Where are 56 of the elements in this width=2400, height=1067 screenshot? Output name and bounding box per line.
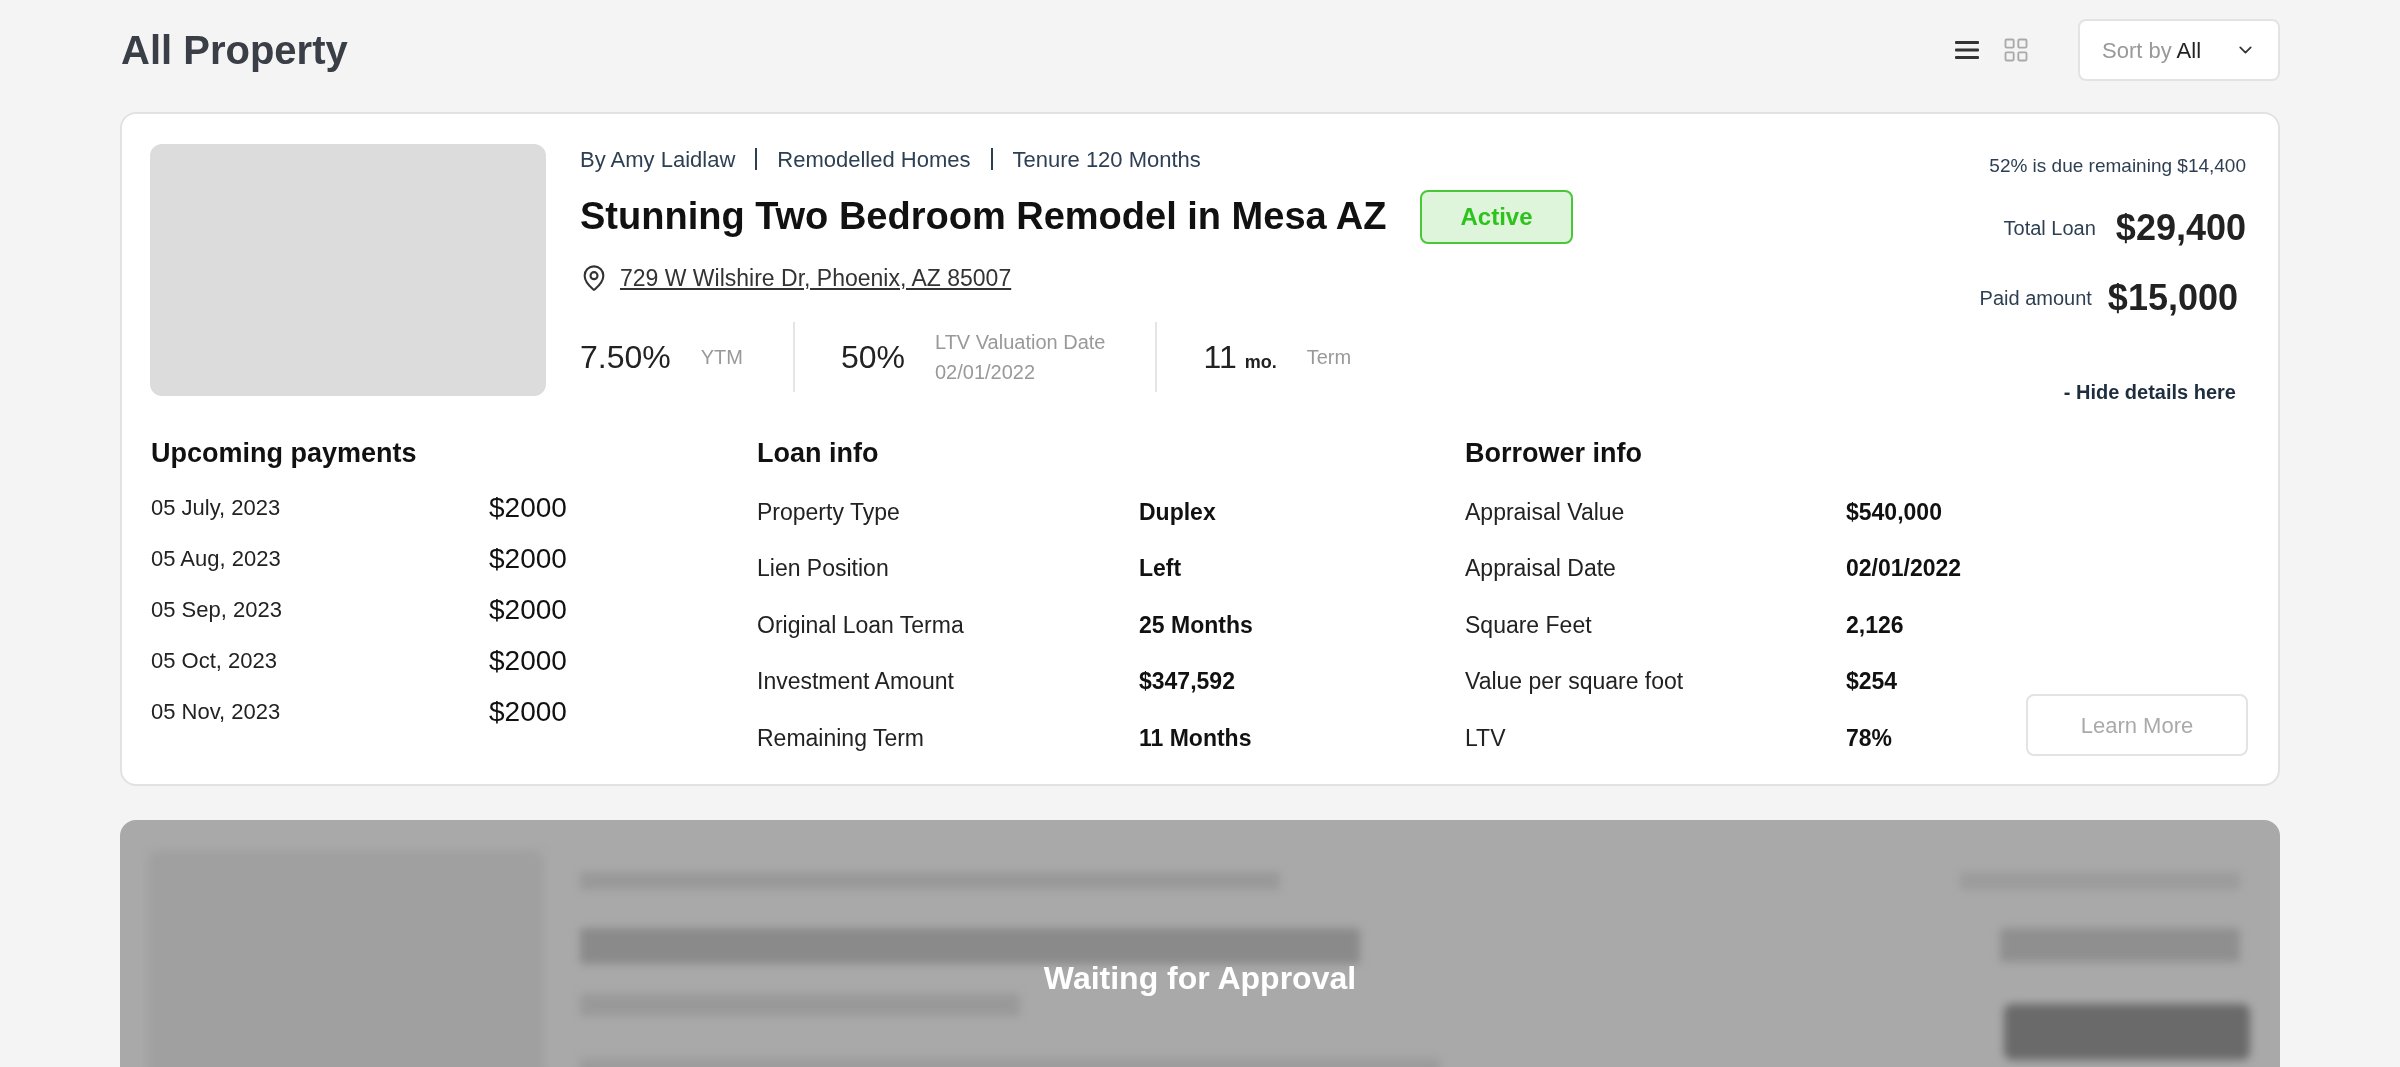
info-value: 11 Months: [1139, 723, 1252, 753]
page-title: All Property: [120, 27, 348, 74]
section-heading: Loan info: [757, 436, 880, 470]
paid-label: Paid amount: [1979, 285, 2092, 311]
payment-amount: $2000: [489, 490, 567, 525]
loan-amount: $29,400: [2115, 205, 2246, 250]
payment-date: 05 Sep, 2023: [151, 596, 283, 624]
list-view-icon[interactable]: [1954, 39, 1980, 61]
stat-date: 02/01/2022: [935, 359, 1037, 385]
info-value: 78%: [1846, 723, 1893, 753]
meta-text: Remodelled Homes: [777, 145, 971, 174]
payment-date: 05 Oct, 2023: [151, 647, 278, 675]
info-value: Left: [1139, 554, 1182, 583]
info-label: Appraisal Value: [1465, 497, 1626, 527]
payment-amount: $2000: [489, 541, 567, 576]
status-badge: Active: [1420, 189, 1573, 244]
stat-label: Term: [1306, 344, 1352, 370]
info-value: $540,000: [1846, 497, 1942, 527]
info-value: $254: [1846, 667, 1898, 696]
info-label: Investment Amount: [757, 667, 955, 696]
meta-text: By Amy Laidlaw: [580, 145, 736, 174]
info-label: Property Type: [757, 497, 901, 527]
info-label: LTV: [1465, 723, 1507, 753]
info-label: Remaining Term: [757, 723, 926, 753]
payment-date: 05 Aug, 2023: [151, 545, 282, 573]
meta-text: Tenure 120 Months: [1012, 145, 1201, 174]
stat-value: 50%: [840, 337, 905, 377]
payment-date: 05 July, 2023: [151, 494, 282, 522]
stat-value: 11 mo.: [1203, 337, 1277, 377]
property-title: Stunning Two Bedroom Remodel in Mesa AZ: [580, 194, 1387, 239]
payment-amount: $2000: [489, 643, 567, 678]
info-value: Duplex: [1139, 497, 1216, 527]
payment-amount: $2000: [489, 592, 567, 627]
section-heading: Upcoming payments: [151, 436, 418, 470]
stat-value: 7.50%: [580, 337, 671, 377]
payment-amount: $2000: [489, 694, 567, 729]
stat-label: LTV Valuation Date: [935, 329, 1106, 355]
info-label: Lien Position: [757, 554, 890, 583]
address-link[interactable]: 729 W Wilshire Dr, Phoenix, AZ 85007: [620, 261, 1012, 296]
stat-label: YTM: [700, 344, 743, 370]
info-label: Value per square foot: [1465, 667, 1685, 696]
due-note: 52% is due remaining $14,400: [1989, 154, 2246, 178]
info-label: Appraisal Date: [1465, 554, 1617, 583]
info-value: 25 Months: [1139, 610, 1253, 640]
loan-label: Total Loan: [2003, 215, 2096, 241]
section-heading: Borrower info: [1465, 436, 1643, 470]
payment-date: 05 Nov, 2023: [151, 698, 282, 726]
approval-overlay-text: Waiting for Approval: [1043, 959, 1357, 998]
hide-details-link[interactable]: - Hide details here: [2063, 376, 2246, 407]
paid-amount: $15,000: [2107, 275, 2238, 320]
info-value: $347,592: [1139, 667, 1235, 696]
info-label: Square Feet: [1465, 610, 1593, 640]
info-value: 2,126: [1846, 610, 1904, 640]
info-value: 02/01/2022: [1846, 554, 1962, 583]
sort-dropdown[interactable]: Sort by All: [2078, 19, 2280, 81]
info-label: Original Loan Terma: [757, 610, 965, 640]
